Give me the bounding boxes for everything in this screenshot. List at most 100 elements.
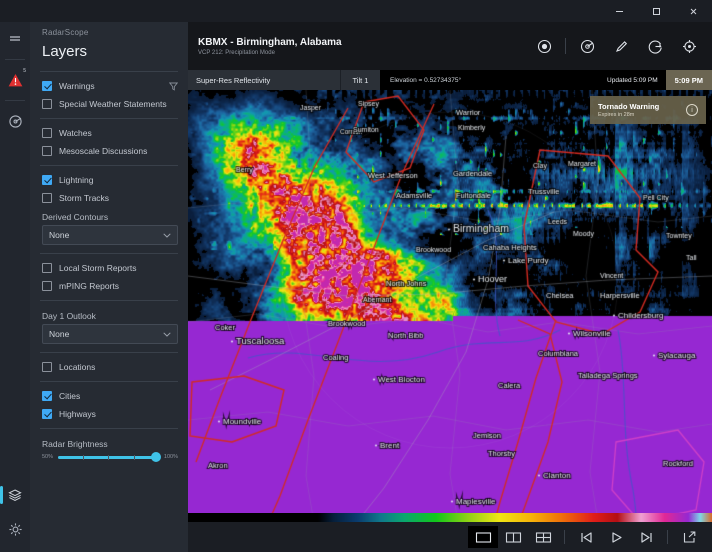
local-storm-reports-checkbox[interactable] [42,263,52,273]
derived-contours-label: Derived Contours [30,207,188,225]
product-spacer [471,70,599,90]
layers-icon[interactable] [0,478,30,512]
sidebar-item-lightning[interactable]: Lightning [30,171,188,189]
mesoscale-discussions-checkbox[interactable] [42,146,52,156]
cities-label: Cities [59,391,80,401]
radar-map[interactable]: Tornado Warning Expires in 28m i [188,90,712,513]
gear-icon[interactable] [0,512,30,546]
brightness-min-label: 50% [42,454,53,460]
titlebar-drag-area[interactable] [0,0,601,22]
toolbar-divider-1 [564,530,565,544]
derived-contours-select[interactable]: None [42,225,178,245]
storm-tracks-label: Storm Tracks [59,193,109,203]
product-updated: Updated 5:09 PM [599,70,666,90]
warning-triangle-icon[interactable]: 5 [0,63,30,97]
sidebar-divider-4 [40,300,178,301]
product-bar: Super-Res Reflectivity Tilt 1 Elevation … [188,70,712,90]
highways-label: Highways [59,409,96,419]
skip-forward-button[interactable] [631,526,661,548]
main-pane: KBMX - Birmingham, Alabama VCP 212: Prec… [188,22,712,552]
product-elevation: Elevation = 0.52734375° [380,70,471,90]
station-name: KBMX - Birmingham, Alabama [198,37,342,48]
window-close-button[interactable] [675,0,712,22]
cities-checkbox[interactable] [42,391,52,401]
sidebar-item-local-storm-reports[interactable]: Local Storm Reports [30,259,188,277]
lightning-label: Lightning [59,175,94,185]
timer-clock-icon[interactable] [642,33,668,59]
radar-canvas[interactable] [188,90,712,513]
highways-checkbox[interactable] [42,409,52,419]
watches-label: Watches [59,128,92,138]
radar-brightness-label: Radar Brightness [30,434,188,452]
day1-outlook-select[interactable]: None [42,324,178,344]
sidebar-divider-1 [40,118,178,119]
dual-pane-button[interactable] [498,526,528,548]
colorbar-pad [188,513,318,522]
station-info[interactable]: KBMX - Birmingham, Alabama VCP 212: Prec… [198,37,342,56]
quad-pane-button[interactable] [528,526,558,548]
play-button[interactable] [601,526,631,548]
record-circle-icon[interactable] [531,33,557,59]
sidebar-item-mping-reports[interactable]: mPING Reports [30,277,188,295]
radarscope-window: 5 [0,0,712,552]
station-mode: VCP 212: Precipitation Mode [198,50,342,56]
mping-reports-checkbox[interactable] [42,281,52,291]
sidebar-item-mesoscale-discussions[interactable]: Mesoscale Discussions [30,142,188,160]
day1-outlook-label: Day 1 Outlook [30,306,188,324]
sidebar-divider-0 [40,71,178,72]
share-button[interactable] [674,526,704,548]
sidebar-title: Layers [30,37,188,69]
sidebar-item-cities[interactable]: Cities [30,387,188,405]
special-weather-statements-checkbox[interactable] [42,99,52,109]
layer-group-alerts: Warnings Special Weather Statements [30,74,188,116]
radar-sweep-icon[interactable] [0,104,30,138]
sidebar-item-warnings[interactable]: Warnings [30,77,188,95]
warnings-checkbox[interactable] [42,81,52,91]
filter-icon[interactable] [169,82,178,91]
sidebar-item-special-weather-statements[interactable]: Special Weather Statements [30,95,188,113]
locations-checkbox[interactable] [42,362,52,372]
layer-group-reports: Local Storm Reports mPING Reports [30,256,188,298]
layers-sidebar: RadarScope Layers Warnings Special Weath… [30,22,188,552]
layer-group-locations: Locations [30,355,188,379]
sidebar-item-storm-tracks[interactable]: Storm Tracks [30,189,188,207]
product-time[interactable]: 5:09 PM [666,70,712,90]
info-circle-icon[interactable]: i [686,104,698,116]
lightning-checkbox[interactable] [42,175,52,185]
storm-tracks-checkbox[interactable] [42,193,52,203]
sidebar-item-locations[interactable]: Locations [30,358,188,376]
sidebar-item-watches[interactable]: Watches [30,124,188,142]
pencil-draw-icon[interactable] [608,33,634,59]
app-name: RadarScope [30,22,188,37]
window-minimize-button[interactable] [601,0,638,22]
radar-brightness-slider[interactable]: 50% 100% [30,452,188,460]
tornado-warning-popup[interactable]: Tornado Warning Expires in 28m i [590,96,706,124]
hamburger-menu-icon[interactable] [0,22,30,56]
radar-target-icon[interactable] [574,33,600,59]
window-titlebar [0,0,712,22]
single-pane-button[interactable] [468,526,498,548]
reflectivity-colorbar [188,513,712,522]
skip-back-button[interactable] [571,526,601,548]
watches-checkbox[interactable] [42,128,52,138]
warnings-label: Warnings [59,81,95,91]
special-weather-statements-label: Special Weather Statements [59,99,167,109]
layer-group-basemap: Cities Highways [30,384,188,426]
brightness-knob[interactable] [151,452,161,462]
locations-label: Locations [59,362,95,372]
layer-group-outlook: Day 1 Outlook None [30,303,188,350]
product-name[interactable]: Super-Res Reflectivity [188,70,340,90]
crosshair-locate-icon[interactable] [676,33,702,59]
sidebar-item-highways[interactable]: Highways [30,405,188,423]
brightness-track[interactable] [58,456,159,459]
sidebar-divider-5 [40,352,178,353]
chevron-down-icon-2 [163,332,171,337]
day1-outlook-value: None [49,329,69,339]
warning-count-badge: 5 [23,68,26,74]
product-tilt[interactable]: Tilt 1 [340,70,380,90]
chevron-down-icon [163,233,171,238]
toolbar-divider-2 [667,530,668,544]
radar-brightness-section: Radar Brightness 50% 100% [30,431,188,463]
window-maximize-button[interactable] [638,0,675,22]
sidebar-divider-2 [40,165,178,166]
